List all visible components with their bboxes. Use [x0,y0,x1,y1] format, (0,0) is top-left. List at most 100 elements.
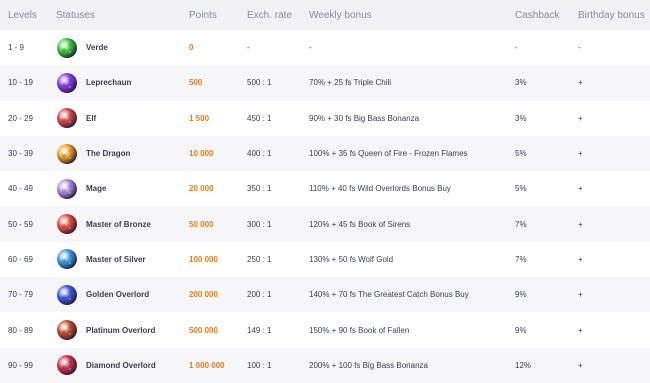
weekly-bonus-cell: - [309,43,312,53]
level-cell: 1 - 9 [8,43,25,53]
violet-planet-icon [56,178,78,200]
birthday-bonus-cell: + [578,360,583,370]
level-cell: 10 - 19 [8,78,33,88]
table-row: 60 - 69 Master of Silver 100 000 250 : 1 130… [0,241,650,278]
birthday-bonus-cell: + [578,184,583,194]
status-name: Master of Silver [86,254,146,264]
birthday-bonus-cell: + [578,78,583,88]
table-header: Levels Statuses Points Exch. rate Weekly… [0,0,650,30]
header-statuses: Statuses [56,9,95,21]
birthday-bonus-cell: + [578,219,583,229]
header-exchange-rate: Exch. rate [247,9,293,21]
bronze-planet-icon [56,213,78,235]
status-cell: The Dragon [56,143,189,165]
weekly-bonus-cell: 90% + 30 fs Big Bass Bonanza [309,113,420,123]
level-cell: 30 - 39 [8,149,33,159]
level-cell: 40 - 49 [8,184,33,194]
status-cell: Leprechaun [56,72,189,94]
points-cell: 500 000 [189,325,218,335]
table-row: 10 - 19 Leprechaun 500 500 : 1 70% + 25 fs T… [0,65,650,101]
table-row: 90 - 99 Diamond Overlord 1 000 000 100 : 1 2… [0,347,650,383]
table-body: 1 - 9 Verde 0 - - - - 10 - 19 Leprechaun 500 500 :… [0,30,650,383]
cashback-cell: 9% [515,290,527,300]
header-points: Points [189,9,217,21]
birthday-bonus-cell: + [578,254,583,264]
cashback-cell: 7% [515,254,527,264]
status-cell: Master of Silver [56,248,189,270]
red-planet-icon [56,107,78,129]
table-row: 30 - 39 The Dragon 10 000 400 : 1 100% + 35 … [0,135,650,172]
cashback-cell: 5% [515,149,527,159]
status-name: Mage [86,184,107,194]
status-cell: Verde [56,37,189,59]
exchange-rate-cell: 149 : 1 [247,325,272,335]
points-cell: 50 000 [189,219,214,229]
weekly-bonus-cell: 70% + 25 fs Triple Chili [309,78,392,88]
weekly-bonus-cell: 200% + 100 fs Big Bass Bonanza [309,360,428,370]
weekly-bonus-cell: 120% + 45 fs Book of Sirens [309,219,411,229]
status-name: Golden Overlord [86,290,150,300]
status-cell: Diamond Overlord [56,354,189,376]
cashback-cell: 9% [515,325,527,335]
crimson-planet-icon [56,354,78,376]
level-cell: 50 - 59 [8,219,33,229]
points-cell: 0 [189,43,194,53]
loyalty-levels-table: Levels Statuses Points Exch. rate Weekly… [0,0,650,383]
green-planet-icon [56,37,78,59]
exchange-rate-cell: 400 : 1 [247,149,272,159]
points-cell: 100 000 [189,254,218,264]
exchange-rate-cell: 300 : 1 [247,219,272,229]
header-cashback: Cashback [515,9,560,21]
status-name: Elf [86,113,97,123]
status-name: Master of Bronze [86,219,151,229]
status-name: Verde [86,43,108,53]
exchange-rate-cell: 350 : 1 [247,184,272,194]
table-row: 50 - 59 Master of Bronze 50 000 300 : 1 120%… [0,206,650,242]
birthday-bonus-cell: + [578,290,583,300]
orange-planet-icon [56,143,78,165]
cobalt-planet-icon [56,284,78,306]
weekly-bonus-cell: 110% + 40 fs Wild Overlords Bonus Buy [309,184,451,194]
header-levels: Levels [8,9,37,21]
rust-planet-icon [56,319,78,341]
table-row: 70 - 79 Golden Overlord 200 000 200 : 1 140%… [0,277,650,313]
birthday-bonus-cell: + [578,325,583,335]
table-row: 20 - 29 Elf 1 500 450 : 1 90% + 30 fs Big Ba… [0,100,650,136]
blue-planet-icon [56,248,78,270]
status-cell: Platinum Overlord [56,319,189,341]
exchange-rate-cell: 500 : 1 [247,78,272,88]
points-cell: 1 000 000 [189,360,225,370]
header-weekly-bonus: Weekly bonus [309,9,372,21]
birthday-bonus-cell: + [578,113,583,123]
cashback-cell: 5% [515,184,527,194]
birthday-bonus-cell: + [578,149,583,159]
purple-planet-icon [56,72,78,94]
status-name: Diamond Overlord [86,360,156,370]
points-cell: 20 000 [189,184,214,194]
status-name: Leprechaun [86,78,132,88]
level-cell: 90 - 99 [8,360,33,370]
level-cell: 20 - 29 [8,113,33,123]
table-row: 1 - 9 Verde 0 - - - - [0,30,650,66]
level-cell: 70 - 79 [8,290,33,300]
cashback-cell: - [515,43,518,53]
cashback-cell: 7% [515,219,527,229]
header-birthday-bonus: Birthday bonus [578,9,645,21]
table-row: 80 - 89 Platinum Overlord 500 000 149 : 1 15… [0,312,650,348]
status-cell: Mage [56,178,189,200]
points-cell: 200 000 [189,290,218,300]
table-row: 40 - 49 Mage 20 000 350 : 1 110% + 40 fs Wil… [0,171,650,207]
exchange-rate-cell: 100 : 1 [247,360,272,370]
exchange-rate-cell: 250 : 1 [247,254,272,264]
cashback-cell: 3% [515,78,527,88]
status-cell: Elf [56,107,189,129]
level-cell: 60 - 69 [8,254,33,264]
weekly-bonus-cell: 150% + 90 fs Book of Fallen [309,325,410,335]
weekly-bonus-cell: 140% + 70 fs The Greatest Catch Bonus Bu… [309,290,469,300]
birthday-bonus-cell: - [578,43,581,53]
points-cell: 500 [189,78,203,88]
status-cell: Golden Overlord [56,284,189,306]
exchange-rate-cell: 200 : 1 [247,290,272,300]
status-name: Platinum Overlord [86,325,156,335]
points-cell: 1 500 [189,113,210,123]
